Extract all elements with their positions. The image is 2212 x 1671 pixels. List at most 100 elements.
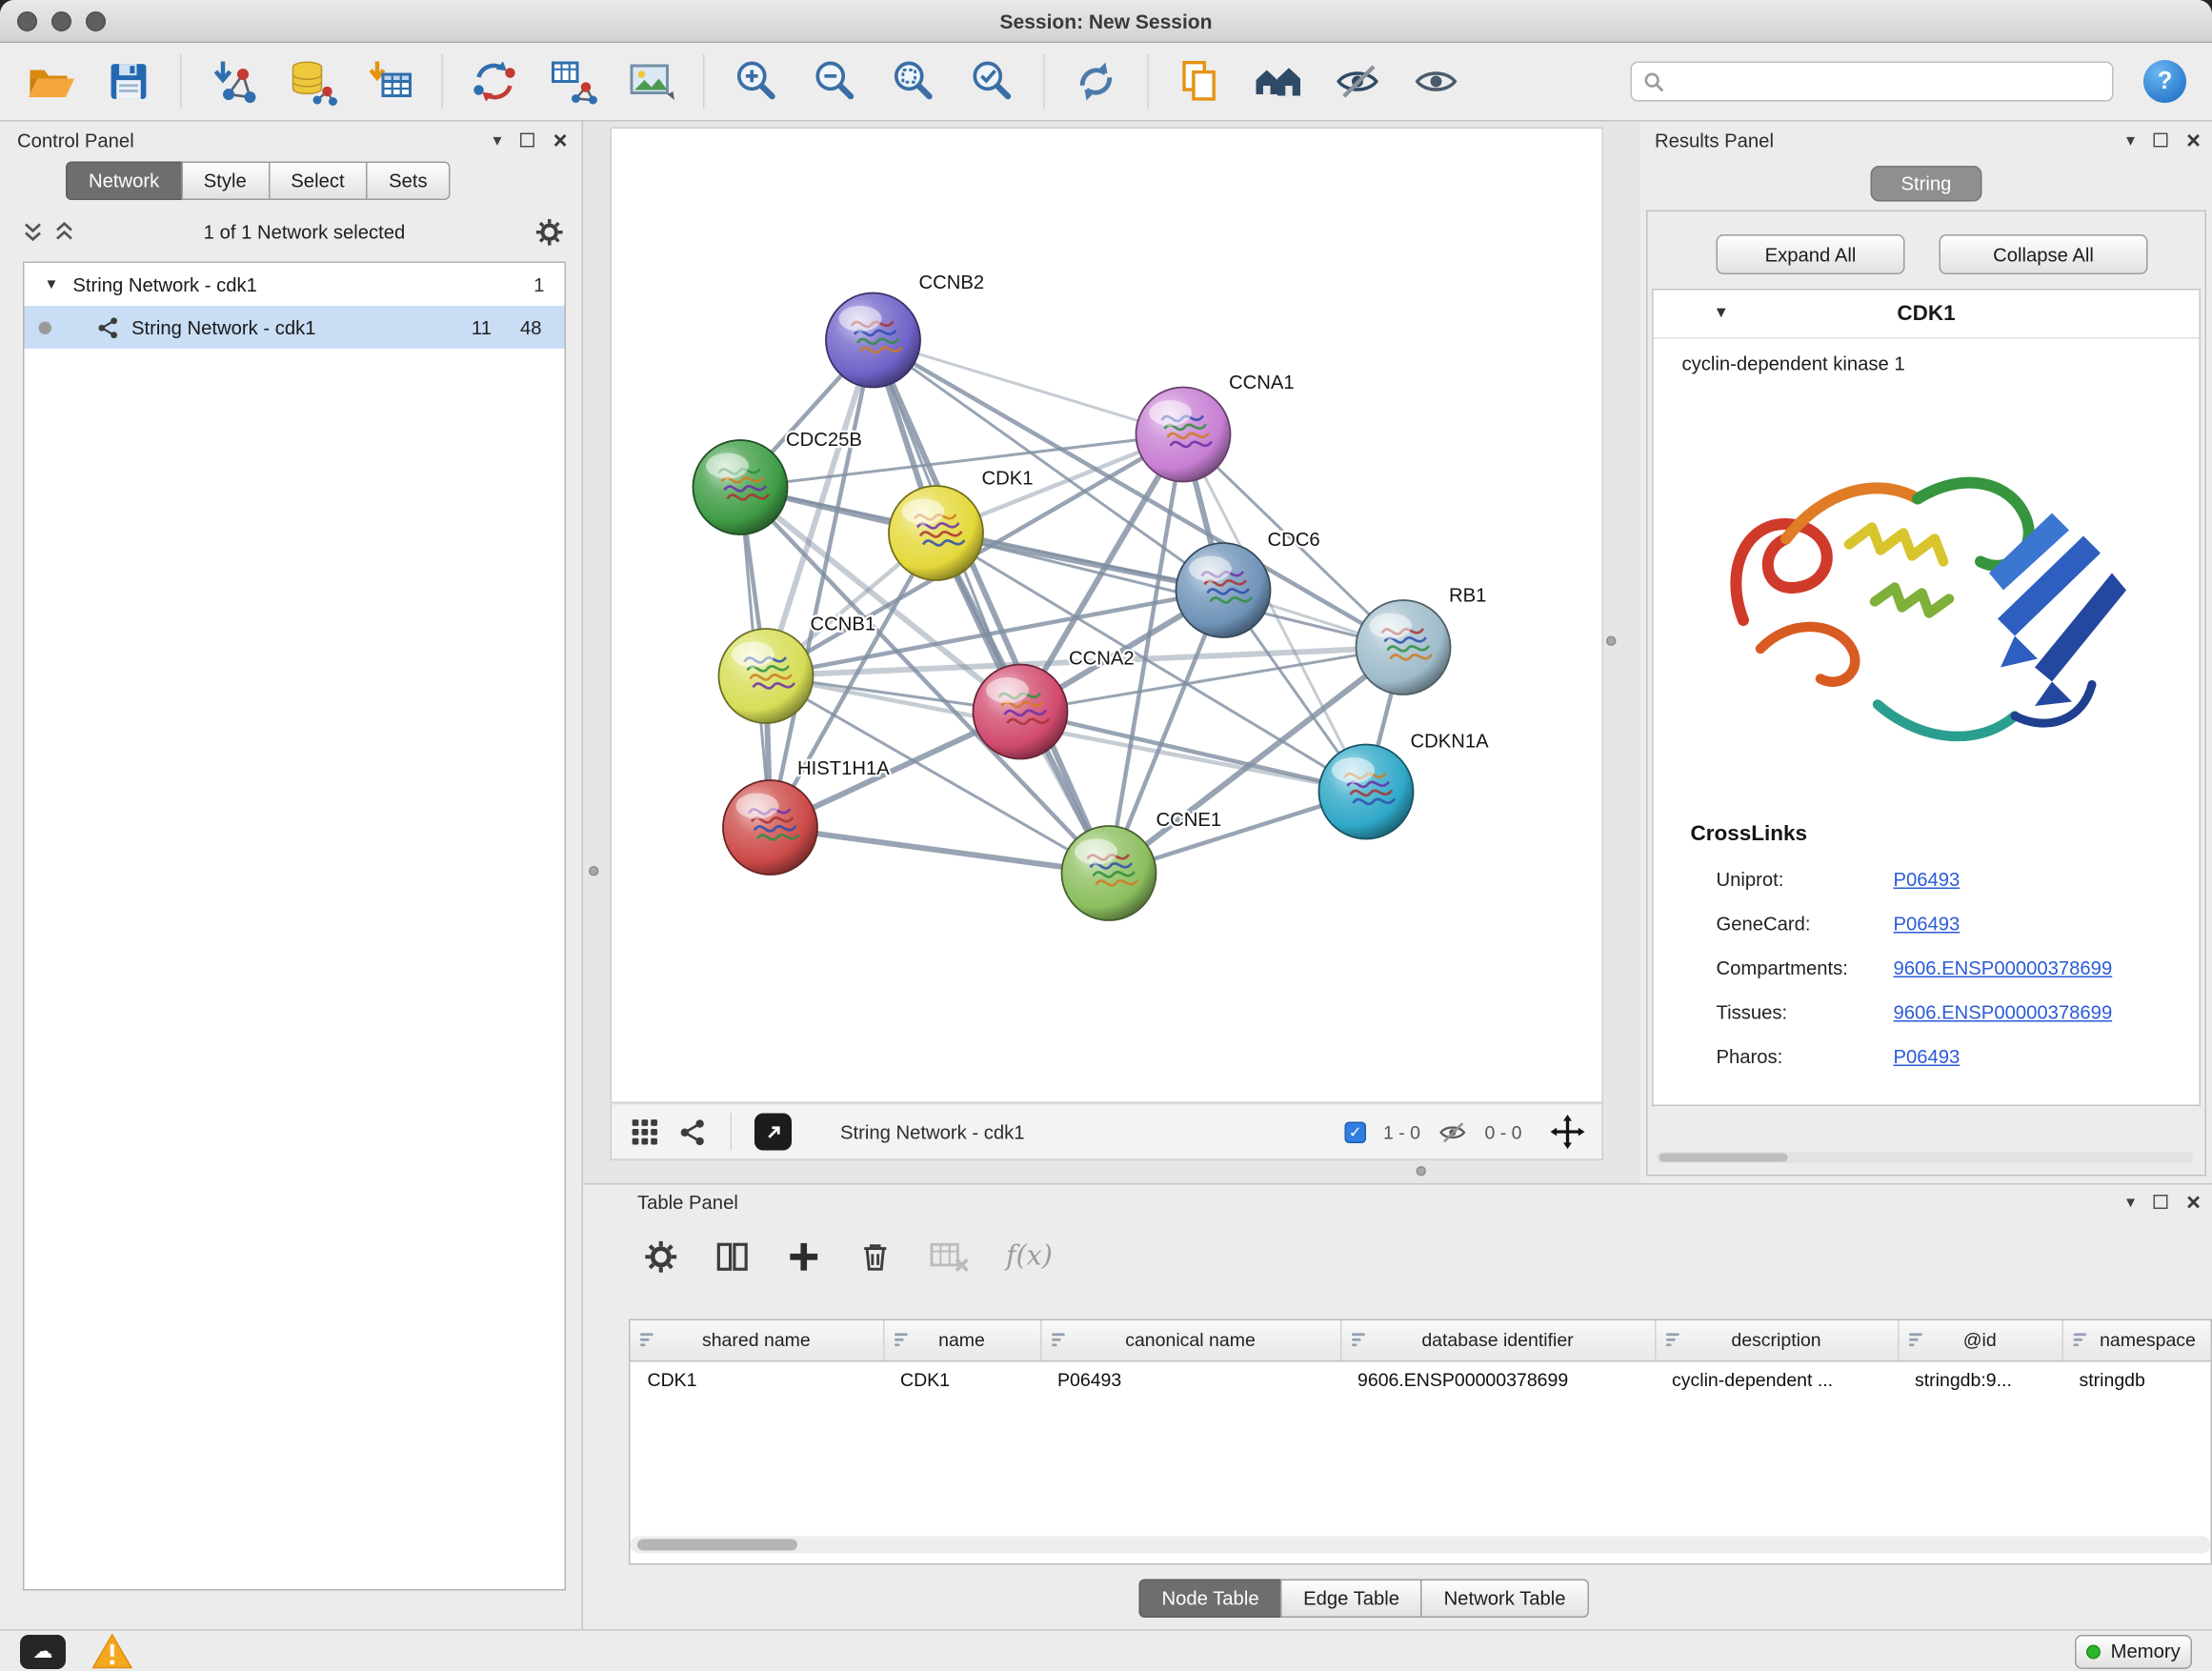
column-header-name[interactable]: name [883,1320,1040,1360]
expand-all-button[interactable]: Expand All [1717,234,1905,274]
panel-menu-icon[interactable]: ▾ [493,131,502,149]
network-node-label: CDK1 [982,469,1034,490]
crosslink-link[interactable]: P06493 [1894,1046,1961,1068]
network-row-selected[interactable]: String Network - cdk1 11 48 [25,306,565,349]
network-edge[interactable] [771,828,1110,874]
float-panel-icon[interactable] [2154,133,2168,148]
cell-id[interactable]: stringdb:9... [1898,1360,2062,1399]
cloud-button[interactable]: ☁ [20,1634,66,1668]
close-panel-icon[interactable]: × [553,128,568,152]
network-collection-row[interactable]: ▼ String Network - cdk1 1 [25,263,565,306]
table-row[interactable]: CDK1 CDK1 P06493 9606.ENSP00000378699 cy… [631,1360,2212,1399]
network-node-ccnb2[interactable]: CCNB2 [826,272,984,388]
open-session-button[interactable] [17,49,83,114]
float-panel-icon[interactable] [2154,1195,2168,1209]
network-node-rb1[interactable]: RB1 [1357,586,1487,695]
cell-shared-name[interactable]: CDK1 [631,1360,884,1399]
memory-button[interactable]: Memory [2075,1634,2192,1668]
zoom-fit-button[interactable] [880,49,946,114]
tab-string[interactable]: String [1871,166,1982,202]
cell-name[interactable]: CDK1 [883,1360,1040,1399]
network-node-ccnb1[interactable]: CCNB1 [719,614,876,724]
export-image-button[interactable] [619,49,685,114]
help-button[interactable]: ? [2143,60,2186,103]
column-header-namespace[interactable]: namespace [2062,1320,2212,1360]
open-in-new-window-button[interactable] [754,1114,792,1151]
cell-namespace[interactable]: stringdb [2062,1360,2212,1399]
tab-network-table[interactable]: Network Table [1421,1580,1589,1619]
splitter-handle[interactable] [1417,1166,1427,1177]
tree-collapse-icon[interactable]: ▼ [45,276,59,292]
warning-icon[interactable] [91,1634,133,1670]
hide-selected-button[interactable] [1325,49,1391,114]
network-edge[interactable] [1020,712,1366,792]
hidden-eye-slash-icon[interactable] [1438,1117,1468,1147]
tab-node-table[interactable]: Node Table [1139,1580,1282,1619]
zoom-in-button[interactable] [723,49,789,114]
scrollbar-thumb[interactable] [637,1540,797,1551]
zoom-selected-button[interactable] [959,49,1025,114]
splitter-handle[interactable] [1606,636,1617,647]
gear-icon[interactable] [534,216,565,247]
collapse-all-button[interactable]: Collapse All [1940,234,2148,274]
protein-card-header[interactable]: ▼ CDK1 [1654,291,2200,339]
import-table-from-file-button[interactable] [357,49,423,114]
import-network-from-file-button[interactable] [200,49,266,114]
birds-eye-toggle-icon[interactable] [1551,1115,1585,1149]
expand-all-icon[interactable] [54,220,74,243]
section-collapse-icon[interactable]: ▼ [1714,305,1729,322]
share-view-icon[interactable] [677,1117,708,1147]
column-header-database-identifier[interactable]: database identifier [1340,1320,1655,1360]
show-all-button[interactable] [1403,49,1469,114]
column-header-id[interactable]: @id [1898,1320,2062,1360]
tab-select[interactable]: Select [268,162,367,201]
tab-sets[interactable]: Sets [366,162,451,201]
crosslink-link[interactable]: P06493 [1894,914,1961,936]
apply-layout-button[interactable] [1063,49,1129,114]
splitter-handle[interactable] [589,866,599,876]
crosslink-link[interactable]: 9606.ENSP00000378699 [1894,957,2113,979]
results-scrollbar[interactable] [1657,1152,2194,1163]
new-network-from-table-button[interactable] [540,49,606,114]
delete-column-icon[interactable] [857,1238,894,1275]
crosslink-link[interactable]: P06493 [1894,869,1961,891]
copy-document-button[interactable] [1168,49,1234,114]
columns-icon[interactable] [714,1238,751,1275]
network-canvas[interactable]: CCNB2CCNA1CDC25BCDK1CDC6RB1CCNB1CCNA2CDK… [611,128,1604,1104]
gear-icon[interactable] [643,1238,679,1275]
crosslink-link[interactable]: 9606.ENSP00000378699 [1894,1002,2113,1024]
network-arrows-icon [469,56,520,108]
network-edge[interactable] [874,340,1184,434]
tab-style[interactable]: Style [181,162,270,201]
tab-edge-table[interactable]: Edge Table [1280,1580,1422,1619]
network-node-hist1h1a[interactable]: HIST1H1A [723,758,890,875]
new-network-button[interactable] [462,49,528,114]
crosslink-row: Uniprot: P06493 [1654,859,2200,904]
float-panel-icon[interactable] [520,133,534,148]
grid-view-icon[interactable] [629,1117,660,1148]
save-session-button[interactable] [96,49,162,114]
collapse-all-icon[interactable] [23,220,43,243]
import-network-from-database-button[interactable] [279,49,345,114]
cell-description[interactable]: cyclin-dependent ... [1655,1360,1898,1399]
add-column-icon[interactable] [786,1238,822,1275]
column-header-description[interactable]: description [1655,1320,1898,1360]
cell-database-identifier[interactable]: 9606.ENSP00000378699 [1340,1360,1655,1399]
network-node-ccna1[interactable]: CCNA1 [1136,372,1295,481]
tab-network[interactable]: Network [66,162,182,201]
close-panel-icon[interactable]: × [2186,1190,2201,1215]
column-header-canonical-name[interactable]: canonical name [1040,1320,1340,1360]
selected-count-checkbox[interactable]: ✓ [1344,1121,1366,1143]
cell-canonical-name[interactable]: P06493 [1040,1360,1340,1399]
table-horizontal-scrollbar[interactable] [631,1537,2211,1554]
search-input[interactable] [1674,70,2101,92]
network-edge[interactable] [874,340,1110,874]
network-graph[interactable]: CCNB2CCNA1CDC25BCDK1CDC6RB1CCNB1CCNA2CDK… [612,129,1605,1105]
neighbors-button[interactable] [1246,49,1312,114]
close-panel-icon[interactable]: × [2186,128,2201,152]
column-header-shared-name[interactable]: shared name [631,1320,884,1360]
network-node-cdk1[interactable]: CDK1 [889,469,1034,580]
panel-menu-icon[interactable]: ▾ [2126,1194,2135,1211]
panel-menu-icon[interactable]: ▾ [2126,131,2135,149]
zoom-out-button[interactable] [802,49,868,114]
